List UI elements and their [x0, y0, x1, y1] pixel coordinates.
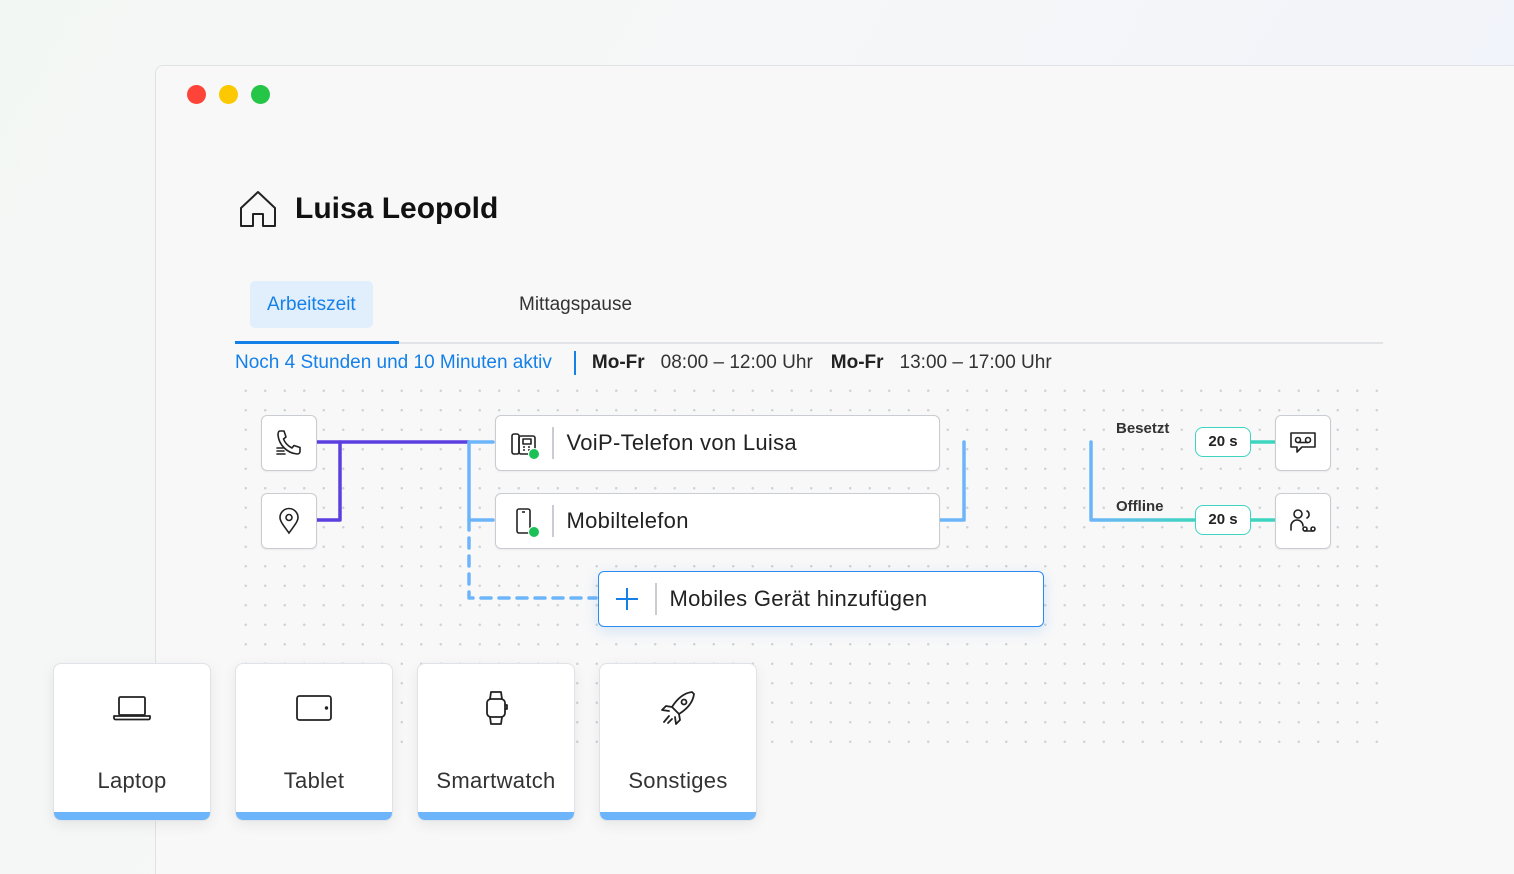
laptop-icon — [113, 696, 151, 721]
device-type-smartwatch[interactable]: Smartwatch — [417, 663, 575, 821]
device-type-tablet[interactable]: Tablet — [235, 663, 393, 821]
online-status-dot — [528, 526, 540, 538]
device-mobile-phone[interactable]: Mobiltelefon — [495, 493, 940, 549]
smartwatch-icon — [486, 691, 508, 725]
card-accent-bar — [600, 812, 756, 820]
device-type-label: Sonstiges — [628, 768, 728, 793]
device-divider — [655, 583, 657, 615]
condition-busy-label: Besetzt — [1116, 420, 1170, 437]
device-divider — [552, 427, 554, 459]
device-label: VoiP-Telefon von Luisa — [566, 430, 797, 455]
fallback-voicemail-node[interactable] — [1275, 415, 1331, 471]
trigger-location-node[interactable] — [261, 493, 317, 549]
device-type-label: Tablet — [283, 768, 345, 793]
device-type-other[interactable]: Sonstiges — [599, 663, 757, 821]
voicemail-icon — [1290, 432, 1316, 453]
trigger-call-node[interactable] — [261, 415, 317, 471]
add-mobile-device-button[interactable]: Mobiles Gerät hinzufügen — [598, 571, 1044, 627]
tablet-icon — [296, 695, 332, 721]
rocket-icon — [661, 691, 695, 725]
device-voip-phone[interactable]: VoiP-Telefon von Luisa — [495, 415, 940, 471]
fallback-group-node[interactable] — [1275, 493, 1331, 549]
add-device-label: Mobiles Gerät hinzufügen — [669, 586, 928, 611]
card-accent-bar — [54, 812, 210, 820]
group-forward-icon — [1290, 509, 1316, 532]
device-type-label: Laptop — [97, 768, 167, 793]
card-accent-bar — [418, 812, 574, 820]
offline-delay-pill[interactable]: 20 s — [1195, 505, 1251, 535]
card-accent-bar — [236, 812, 392, 820]
condition-offline-label: Offline — [1116, 498, 1164, 515]
phone-incoming-icon — [276, 430, 301, 455]
online-status-dot — [528, 448, 540, 460]
device-label: Mobiltelefon — [566, 508, 689, 533]
plus-icon — [616, 588, 638, 610]
device-type-label: Smartwatch — [436, 768, 556, 793]
device-divider — [552, 505, 554, 537]
busy-delay-pill[interactable]: 20 s — [1195, 427, 1251, 457]
device-type-laptop[interactable]: Laptop — [53, 663, 211, 821]
location-pin-icon — [279, 507, 299, 535]
